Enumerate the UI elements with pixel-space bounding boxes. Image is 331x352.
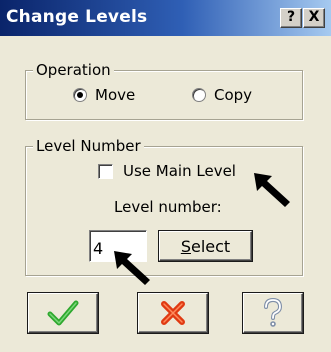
close-title-button[interactable]: X: [303, 8, 325, 28]
question-icon: [264, 298, 283, 327]
x-icon: [161, 301, 185, 325]
select-button[interactable]: Select: [159, 231, 252, 261]
pointer-arrow-icon: [114, 251, 150, 285]
level-number-group-label: Level Number: [33, 137, 144, 155]
use-main-level-label[interactable]: Use Main Level: [123, 162, 236, 180]
pointer-arrow-icon: [254, 173, 290, 207]
title-bar[interactable]: Change Levels ? X: [0, 0, 331, 36]
help-title-button[interactable]: ?: [280, 8, 302, 28]
copy-label[interactable]: Copy: [214, 86, 252, 104]
radio-copy[interactable]: Copy: [192, 86, 252, 104]
checkmark-icon: [47, 300, 79, 326]
use-main-level-checkbox-row[interactable]: Use Main Level: [98, 162, 236, 180]
radio-selected-dot: [77, 92, 83, 98]
select-button-label: Select: [180, 236, 231, 256]
cancel-button[interactable]: [138, 293, 208, 333]
move-label[interactable]: Move: [95, 86, 135, 104]
level-number-group: Level Number Use Main Level Level number…: [25, 137, 303, 276]
window-title: Change Levels: [6, 7, 148, 27]
copy-radio-button[interactable]: [192, 88, 206, 102]
level-number-label: Level number:: [114, 198, 222, 216]
operation-group-label: Operation: [33, 61, 114, 79]
move-radio-button[interactable]: [73, 88, 87, 102]
ok-button[interactable]: [28, 293, 98, 333]
use-main-level-checkbox[interactable]: [98, 163, 113, 179]
radio-move[interactable]: Move: [73, 86, 135, 104]
operation-group: Operation Move Copy: [25, 61, 303, 120]
help-button[interactable]: [243, 293, 303, 333]
